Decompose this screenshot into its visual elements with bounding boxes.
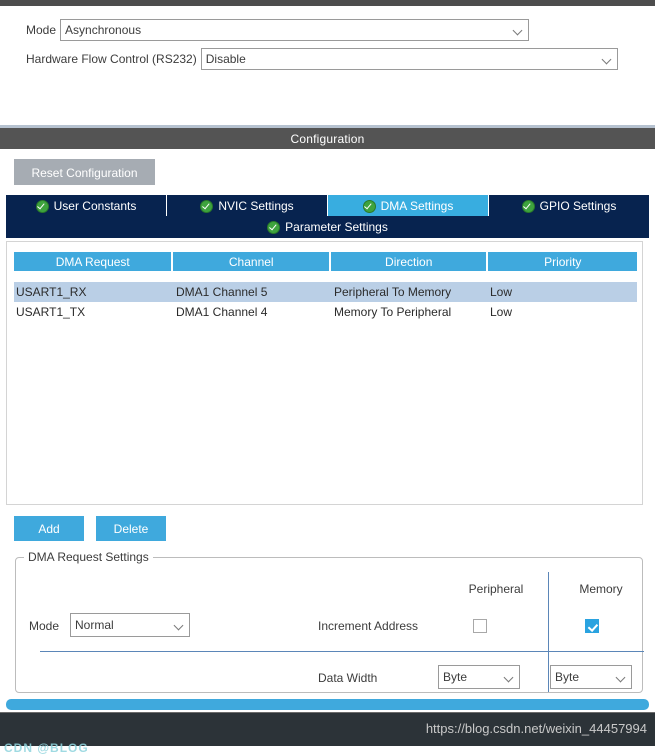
column-label-peripheral: Peripheral (468, 582, 524, 596)
table-row[interactable]: USART1_RX DMA1 Channel 5 Peripheral To M… (14, 282, 637, 302)
chevron-down-icon (504, 672, 515, 683)
cell-channel: DMA1 Channel 5 (176, 285, 268, 299)
configuration-title: Configuration (290, 131, 365, 146)
tab-label: Parameter Settings (285, 220, 388, 234)
check-circle-icon (521, 199, 535, 213)
form-row-flow-control: Hardware Flow Control (RS232) Disable (26, 48, 618, 70)
flow-control-select[interactable]: Disable (200, 48, 618, 70)
tab-nvic-settings[interactable]: NVIC Settings (167, 195, 328, 217)
tab-parameter-settings[interactable]: Parameter Settings (6, 216, 649, 238)
dma-mode-label: Mode (29, 619, 60, 633)
increment-address-peripheral-checkbox[interactable] (473, 619, 487, 633)
tab-label: DMA Settings (380, 199, 454, 213)
cell-priority: Low (490, 285, 513, 299)
footer-bar: https://blog.csdn.net/weixin_44457994 CD… (0, 712, 655, 755)
tab-label: NVIC Settings (218, 199, 294, 213)
dma-request-table: DMA Request Channel Direction Priority U… (6, 241, 643, 505)
tab-user-constants[interactable]: User Constants (6, 195, 167, 217)
tab-label: GPIO Settings (539, 199, 617, 213)
column-header-channel[interactable]: Channel (173, 252, 329, 271)
increment-address-memory-checkbox[interactable] (585, 619, 599, 633)
check-circle-icon (200, 199, 214, 213)
cell-dma-request: USART1_TX (16, 305, 86, 319)
reset-configuration-button[interactable]: Reset Configuration (14, 159, 155, 185)
mode-label: Mode (26, 23, 57, 37)
data-width-label: Data Width (318, 671, 378, 685)
data-width-peripheral-value: Byte (443, 670, 468, 684)
column-label-memory: Memory (579, 582, 623, 596)
tab-label: User Constants (53, 199, 137, 213)
check-circle-icon (362, 199, 376, 213)
horizontal-scrollbar[interactable] (6, 699, 649, 710)
chevron-down-icon (616, 672, 627, 683)
table-body: USART1_RX DMA1 Channel 5 Peripheral To M… (14, 282, 637, 322)
dma-mode-select-value: Normal (75, 618, 114, 632)
column-header-direction[interactable]: Direction (330, 252, 487, 271)
parameter-form-pane: Mode Asynchronous Hardware Flow Control … (0, 6, 655, 125)
settings-tab-bar: User Constants NVIC Settings DMA Setting… (6, 195, 649, 217)
data-width-memory-value: Byte (555, 670, 580, 684)
increment-address-label: Increment Address (318, 619, 419, 633)
check-circle-icon (35, 199, 49, 213)
cell-dma-request: USART1_RX (16, 285, 87, 299)
check-circle-icon (267, 220, 281, 234)
table-row[interactable]: USART1_TX DMA1 Channel 4 Memory To Perip… (14, 302, 637, 322)
table-header-row: DMA Request Channel Direction Priority (14, 252, 637, 271)
configuration-title-bar: Configuration (0, 128, 655, 149)
watermark-url: https://blog.csdn.net/weixin_44457994 (425, 721, 647, 736)
form-row-mode: Mode Asynchronous (26, 19, 530, 41)
dma-mode-select[interactable]: Normal (70, 613, 190, 637)
cell-priority: Low (490, 305, 513, 319)
add-button[interactable]: Add (14, 516, 84, 541)
data-width-memory-select[interactable]: Byte (550, 665, 632, 689)
tab-dma-settings[interactable]: DMA Settings (328, 195, 489, 217)
cell-direction: Memory To Peripheral (334, 305, 452, 319)
cell-direction: Peripheral To Memory (334, 285, 452, 299)
delete-button[interactable]: Delete (96, 516, 166, 541)
settings-tab-bar-secondary: Parameter Settings (6, 216, 649, 238)
column-header-priority[interactable]: Priority (488, 252, 637, 271)
group-title: DMA Request Settings (24, 550, 153, 564)
horizontal-divider (40, 651, 644, 652)
chevron-down-icon (602, 54, 613, 65)
data-width-peripheral-select[interactable]: Byte (438, 665, 520, 689)
column-header-dma-request[interactable]: DMA Request (14, 252, 172, 271)
cell-channel: DMA1 Channel 4 (176, 305, 268, 319)
footer-cut-text: CDN @BLOG (4, 741, 89, 755)
flow-control-label: Hardware Flow Control (RS232) (26, 52, 197, 66)
chevron-down-icon (174, 620, 185, 631)
chevron-down-icon (513, 25, 524, 36)
mode-select[interactable]: Asynchronous (60, 19, 530, 41)
tab-gpio-settings[interactable]: GPIO Settings (489, 195, 649, 217)
mode-select-value: Asynchronous (65, 23, 142, 37)
vertical-divider (548, 572, 549, 692)
flow-control-select-value: Disable (205, 52, 246, 66)
